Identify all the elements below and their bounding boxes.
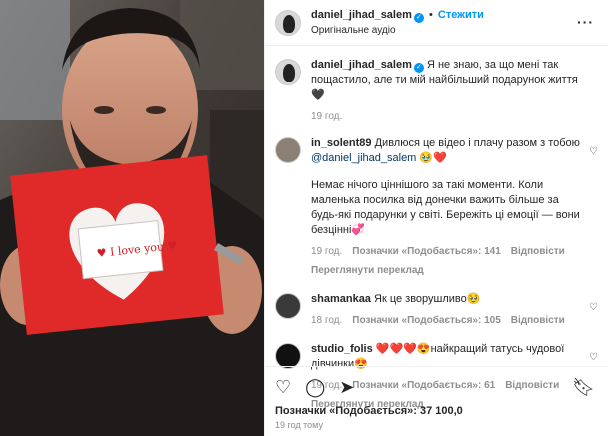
- comment-text: Як це зворушливо🥹: [374, 293, 481, 305]
- comment-time: 18 год.: [311, 315, 343, 326]
- comment-emoji: 🥹❤️: [419, 152, 447, 164]
- verified-badge-icon: ✓: [413, 63, 424, 73]
- post-photo: ♥ I love you ♥: [0, 0, 264, 436]
- post-details-panel: daniel_jihad_salem ✓ • Стежити Оригінальн…: [264, 0, 608, 436]
- commenter-avatar[interactable]: [275, 137, 301, 163]
- comment-like-heart-icon[interactable]: ♡: [589, 352, 598, 363]
- comment-mention-link[interactable]: @daniel_jihad_salem: [311, 152, 416, 164]
- commenter-avatar[interactable]: [275, 293, 301, 319]
- separator-dot: •: [428, 9, 433, 21]
- comment-time: 19 год.: [311, 246, 343, 257]
- comment-likes-link[interactable]: Позначки «Подобається»: 141: [352, 244, 500, 259]
- post-header: daniel_jihad_salem ✓ • Стежити Оригінальн…: [265, 0, 608, 46]
- author-info: daniel_jihad_salem ✓ • Стежити Оригінальн…: [311, 9, 484, 36]
- comment-like-heart-icon[interactable]: ♡: [589, 302, 598, 313]
- comment-text-continued: Немає нічого ціннішого за такі моменти. …: [311, 179, 580, 236]
- comment-likes-link[interactable]: Позначки «Подобається»: 105: [352, 313, 500, 328]
- post-likes-count[interactable]: Позначки «Подобається»: 37 100,0: [275, 405, 599, 417]
- comment-item: in_solent89 Дивлюся це відео і плачу раз…: [275, 136, 598, 278]
- comment-username[interactable]: shamankaa: [311, 293, 371, 305]
- post-media[interactable]: ♥ I love you ♥: [0, 0, 264, 436]
- more-options-icon[interactable]: ···: [577, 14, 594, 30]
- comment-like-heart-icon[interactable]: ♡: [589, 146, 598, 157]
- comment-username[interactable]: in_solent89: [311, 137, 372, 149]
- author-avatar[interactable]: [275, 9, 301, 36]
- comment-text: Дивлюся це відео і плачу разом з тобою: [374, 137, 580, 149]
- comment-bubble-icon[interactable]: ◯: [305, 377, 325, 398]
- verified-badge-icon: ✓: [413, 13, 424, 23]
- follow-button[interactable]: Стежити: [438, 9, 484, 21]
- post-actions-bar: ♡ ◯ ➤ 🔖︎ Позначки «Подобається»: 37 100,…: [265, 366, 608, 430]
- author-username[interactable]: daniel_jihad_salem: [311, 9, 412, 21]
- reply-button[interactable]: Відповісти: [511, 313, 565, 328]
- reply-button[interactable]: Відповісти: [511, 244, 565, 259]
- comment-item: shamankaa Як це зворушливо🥹 18 год. Позн…: [275, 292, 598, 328]
- share-paper-plane-icon[interactable]: ➤: [339, 377, 354, 398]
- comment-username[interactable]: studio_folis: [311, 343, 373, 355]
- post-timestamp: 19 год тому: [275, 420, 323, 430]
- caption-time: 19 год.: [311, 111, 343, 122]
- instagram-post-view: ♥ I love you ♥ daniel_jihad_salem ✓ • Сте…: [0, 0, 608, 436]
- bookmark-icon[interactable]: 🔖︎: [572, 377, 595, 398]
- comments-list: daniel_jihad_salem ✓ Я не знаю, за що мен…: [265, 46, 608, 412]
- caption-username[interactable]: daniel_jihad_salem: [311, 59, 412, 71]
- see-translation-button[interactable]: Переглянути переклад: [311, 263, 583, 278]
- audio-label[interactable]: Оригінальне аудіо: [311, 25, 484, 36]
- caption-avatar[interactable]: [275, 59, 301, 85]
- post-caption: daniel_jihad_salem ✓ Я не знаю, за що мен…: [275, 58, 598, 124]
- like-heart-icon[interactable]: ♡: [275, 377, 291, 398]
